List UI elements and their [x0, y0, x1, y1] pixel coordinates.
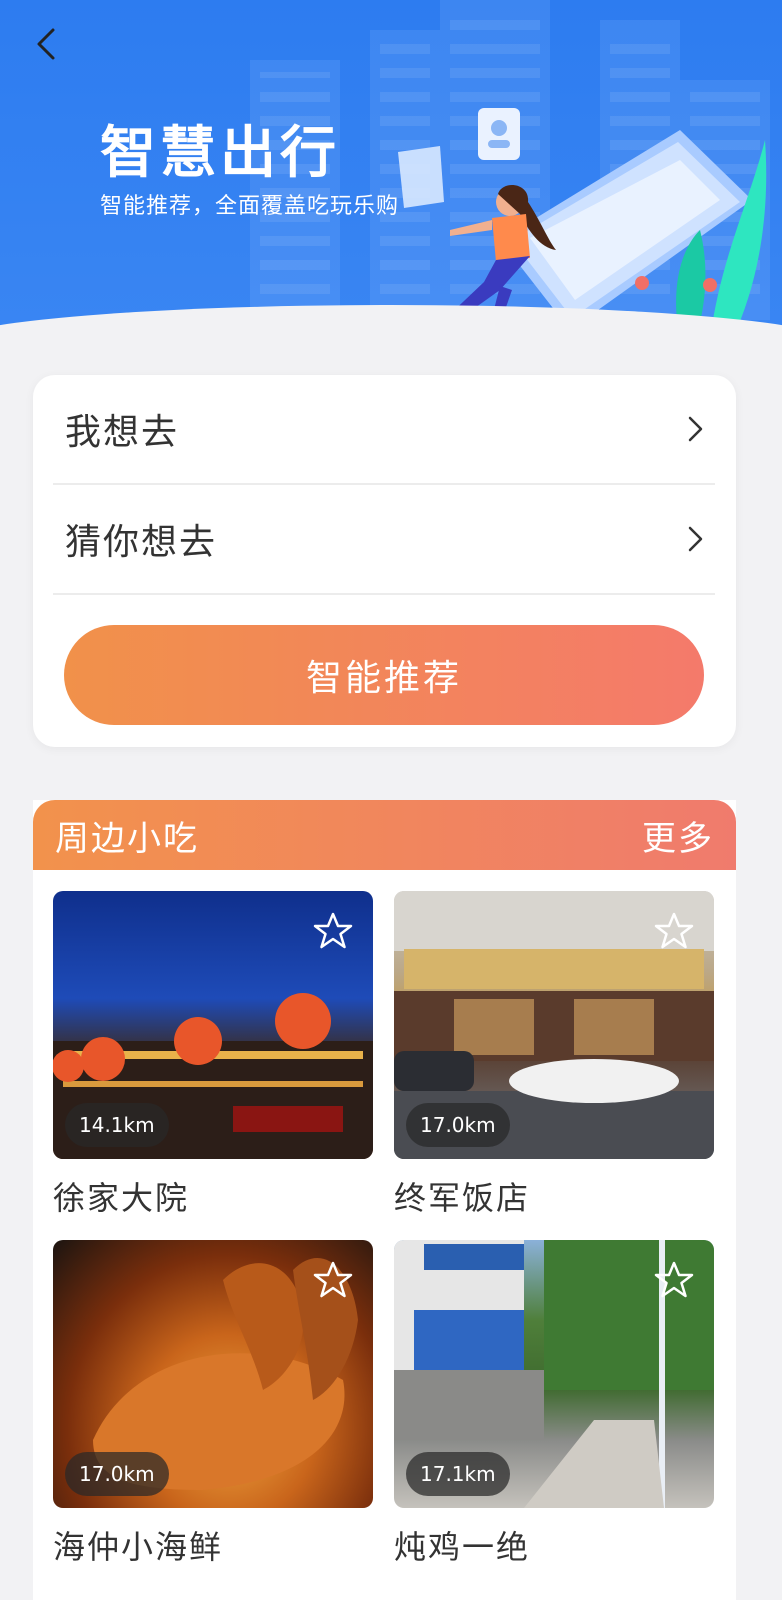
snack-name: 徐家大院 [53, 1179, 190, 1217]
distance-badge: 17.0km [65, 1452, 169, 1496]
star-outline-icon[interactable] [654, 911, 694, 951]
travel-illustration [398, 108, 767, 340]
snack-card[interactable]: 17.1km 炖鸡一绝 [394, 1240, 714, 1568]
guess-you-want-label: 猜你想去 [65, 522, 218, 563]
snack-name: 炖鸡一绝 [394, 1528, 531, 1566]
back-arrow-icon [37, 28, 55, 60]
distance-badge: 17.1km [406, 1452, 510, 1496]
snack-card[interactable]: 17.0km 终军饭店 [394, 891, 714, 1219]
i-want-to-go-label: 我想去 [65, 412, 180, 453]
section-title: 周边小吃 [55, 818, 199, 859]
snack-photo: 17.1km [394, 1240, 714, 1508]
star-outline-icon[interactable] [313, 1260, 353, 1300]
distance-badge: 17.0km [406, 1103, 510, 1147]
header-banner: 智慧出行 智能推荐，全面覆盖吃玩乐购 [0, 0, 782, 345]
i-want-to-go-row[interactable]: 我想去 [53, 375, 715, 485]
snack-photo: 17.0km [53, 1240, 373, 1508]
distance-badge: 14.1km [65, 1103, 169, 1147]
snack-card[interactable]: 17.0km 海仲小海鲜 [53, 1240, 373, 1568]
star-outline-icon[interactable] [313, 911, 353, 951]
snack-name: 终军饭店 [394, 1179, 531, 1217]
snack-photo: 14.1km [53, 891, 373, 1159]
snack-photo: 17.0km [394, 891, 714, 1159]
section-header: 周边小吃 更多 [33, 800, 736, 870]
snack-card[interactable]: 14.1km 徐家大院 [53, 891, 373, 1219]
star-outline-icon[interactable] [654, 1260, 694, 1300]
more-link[interactable]: 更多 [642, 811, 714, 860]
smart-recommend-button[interactable]: 智能推荐 [64, 625, 704, 725]
chevron-right-icon [688, 416, 703, 442]
snack-name: 海仲小海鲜 [53, 1528, 224, 1566]
chevron-right-icon [688, 526, 703, 552]
page-title: 智慧出行 [100, 121, 340, 186]
page-subtitle: 智能推荐，全面覆盖吃玩乐购 [100, 194, 400, 219]
back-button[interactable] [24, 22, 68, 66]
guess-you-want-row[interactable]: 猜你想去 [53, 485, 715, 595]
destination-card: 我想去 猜你想去 智能推荐 [33, 375, 736, 747]
nearby-snacks-section: 周边小吃 更多 14.1km 徐家大院 17.0km 终军饭店 17.0km 海… [33, 800, 736, 1600]
